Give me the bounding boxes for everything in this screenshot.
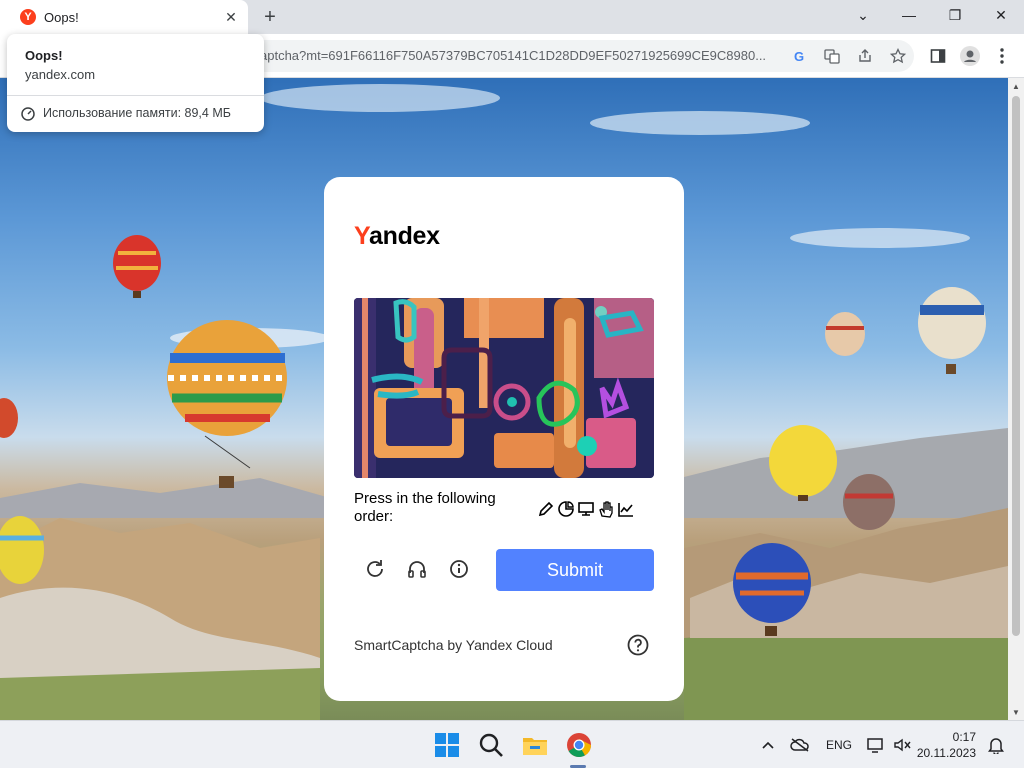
clock-time: 0:17 <box>952 730 976 744</box>
chrome-icon[interactable] <box>565 731 593 759</box>
tab-hover-card: Oops! yandex.com Использование памяти: 8… <box>7 34 264 132</box>
submit-button[interactable]: Submit <box>496 549 654 591</box>
memory-usage-text: Использование памяти: 89,4 МБ <box>43 106 231 120</box>
restore-button[interactable]: ❐ <box>932 0 978 30</box>
order-icons-row <box>537 500 635 518</box>
captcha-instruction: Press in the following order: <box>354 490 496 525</box>
svg-text:G: G <box>794 49 804 64</box>
tab-search-button[interactable]: ⌄ <box>840 0 886 30</box>
bookmark-star-icon[interactable] <box>888 46 908 66</box>
captcha-image[interactable] <box>354 298 654 478</box>
notification-bell-icon[interactable] <box>986 735 1006 755</box>
google-lens-icon[interactable]: G <box>790 46 810 66</box>
menu-kebab-icon[interactable] <box>992 46 1012 66</box>
scroll-thumb[interactable] <box>1012 96 1020 636</box>
onedrive-offline-icon[interactable] <box>790 735 810 755</box>
info-icon[interactable] <box>448 558 470 580</box>
scroll-down-arrow-icon[interactable]: ▼ <box>1008 704 1024 720</box>
tab-strip: Y Oops! ✕ + ⌄ — ❐ ✕ <box>0 0 1024 34</box>
yandex-logo: Yandex <box>354 222 440 250</box>
captcha-card: Yandex Press in the following order: Sub… <box>324 177 684 701</box>
monitor-icon <box>578 502 594 516</box>
side-panel-icon[interactable] <box>928 46 948 66</box>
page-scrollbar[interactable]: ▲ ▼ <box>1008 78 1024 720</box>
close-tab-icon[interactable]: ✕ <box>222 8 240 26</box>
windows-start-icon[interactable] <box>433 731 461 759</box>
hand-icon <box>599 501 613 518</box>
language-indicator[interactable]: ENG <box>826 738 852 752</box>
headphones-icon[interactable] <box>406 558 428 580</box>
yandex-icon: Y <box>20 9 36 25</box>
browser-tab[interactable]: Y Oops! ✕ <box>0 0 248 34</box>
network-icon[interactable] <box>866 735 886 755</box>
share-icon[interactable] <box>855 46 875 66</box>
hover-card-divider <box>7 95 264 96</box>
memory-gauge-icon <box>21 107 35 121</box>
profile-avatar-icon[interactable] <box>960 46 980 66</box>
new-tab-button[interactable]: + <box>258 5 282 29</box>
captcha-picture[interactable] <box>354 298 654 478</box>
minimize-button[interactable]: — <box>886 0 932 30</box>
clock-date: 20.11.2023 <box>916 746 976 760</box>
chart-icon <box>618 503 633 517</box>
refresh-icon[interactable] <box>364 558 386 580</box>
help-icon[interactable] <box>626 633 650 657</box>
url-text[interactable]: aptcha?mt=691F66116F750A57379BC705141C1D… <box>260 48 766 63</box>
scroll-up-arrow-icon[interactable]: ▲ <box>1008 78 1024 94</box>
tab-title: Oops! <box>44 9 79 25</box>
file-explorer-icon[interactable] <box>521 731 549 759</box>
pencil-icon <box>538 501 554 517</box>
pie-icon <box>558 501 574 517</box>
close-window-button[interactable]: ✕ <box>978 0 1024 30</box>
translate-icon[interactable] <box>822 46 842 66</box>
system-clock[interactable]: 0:17 20.11.2023 <box>916 729 976 761</box>
show-hidden-icons-chevron-icon[interactable] <box>758 735 778 755</box>
volume-muted-icon[interactable] <box>892 735 912 755</box>
captcha-footer: SmartCaptcha by Yandex Cloud <box>354 637 553 653</box>
search-icon[interactable] <box>477 731 505 759</box>
hover-card-title: Oops! <box>25 48 63 63</box>
hover-card-domain: yandex.com <box>25 67 96 82</box>
windows-taskbar: ENG 0:17 20.11.2023 <box>0 720 1024 768</box>
